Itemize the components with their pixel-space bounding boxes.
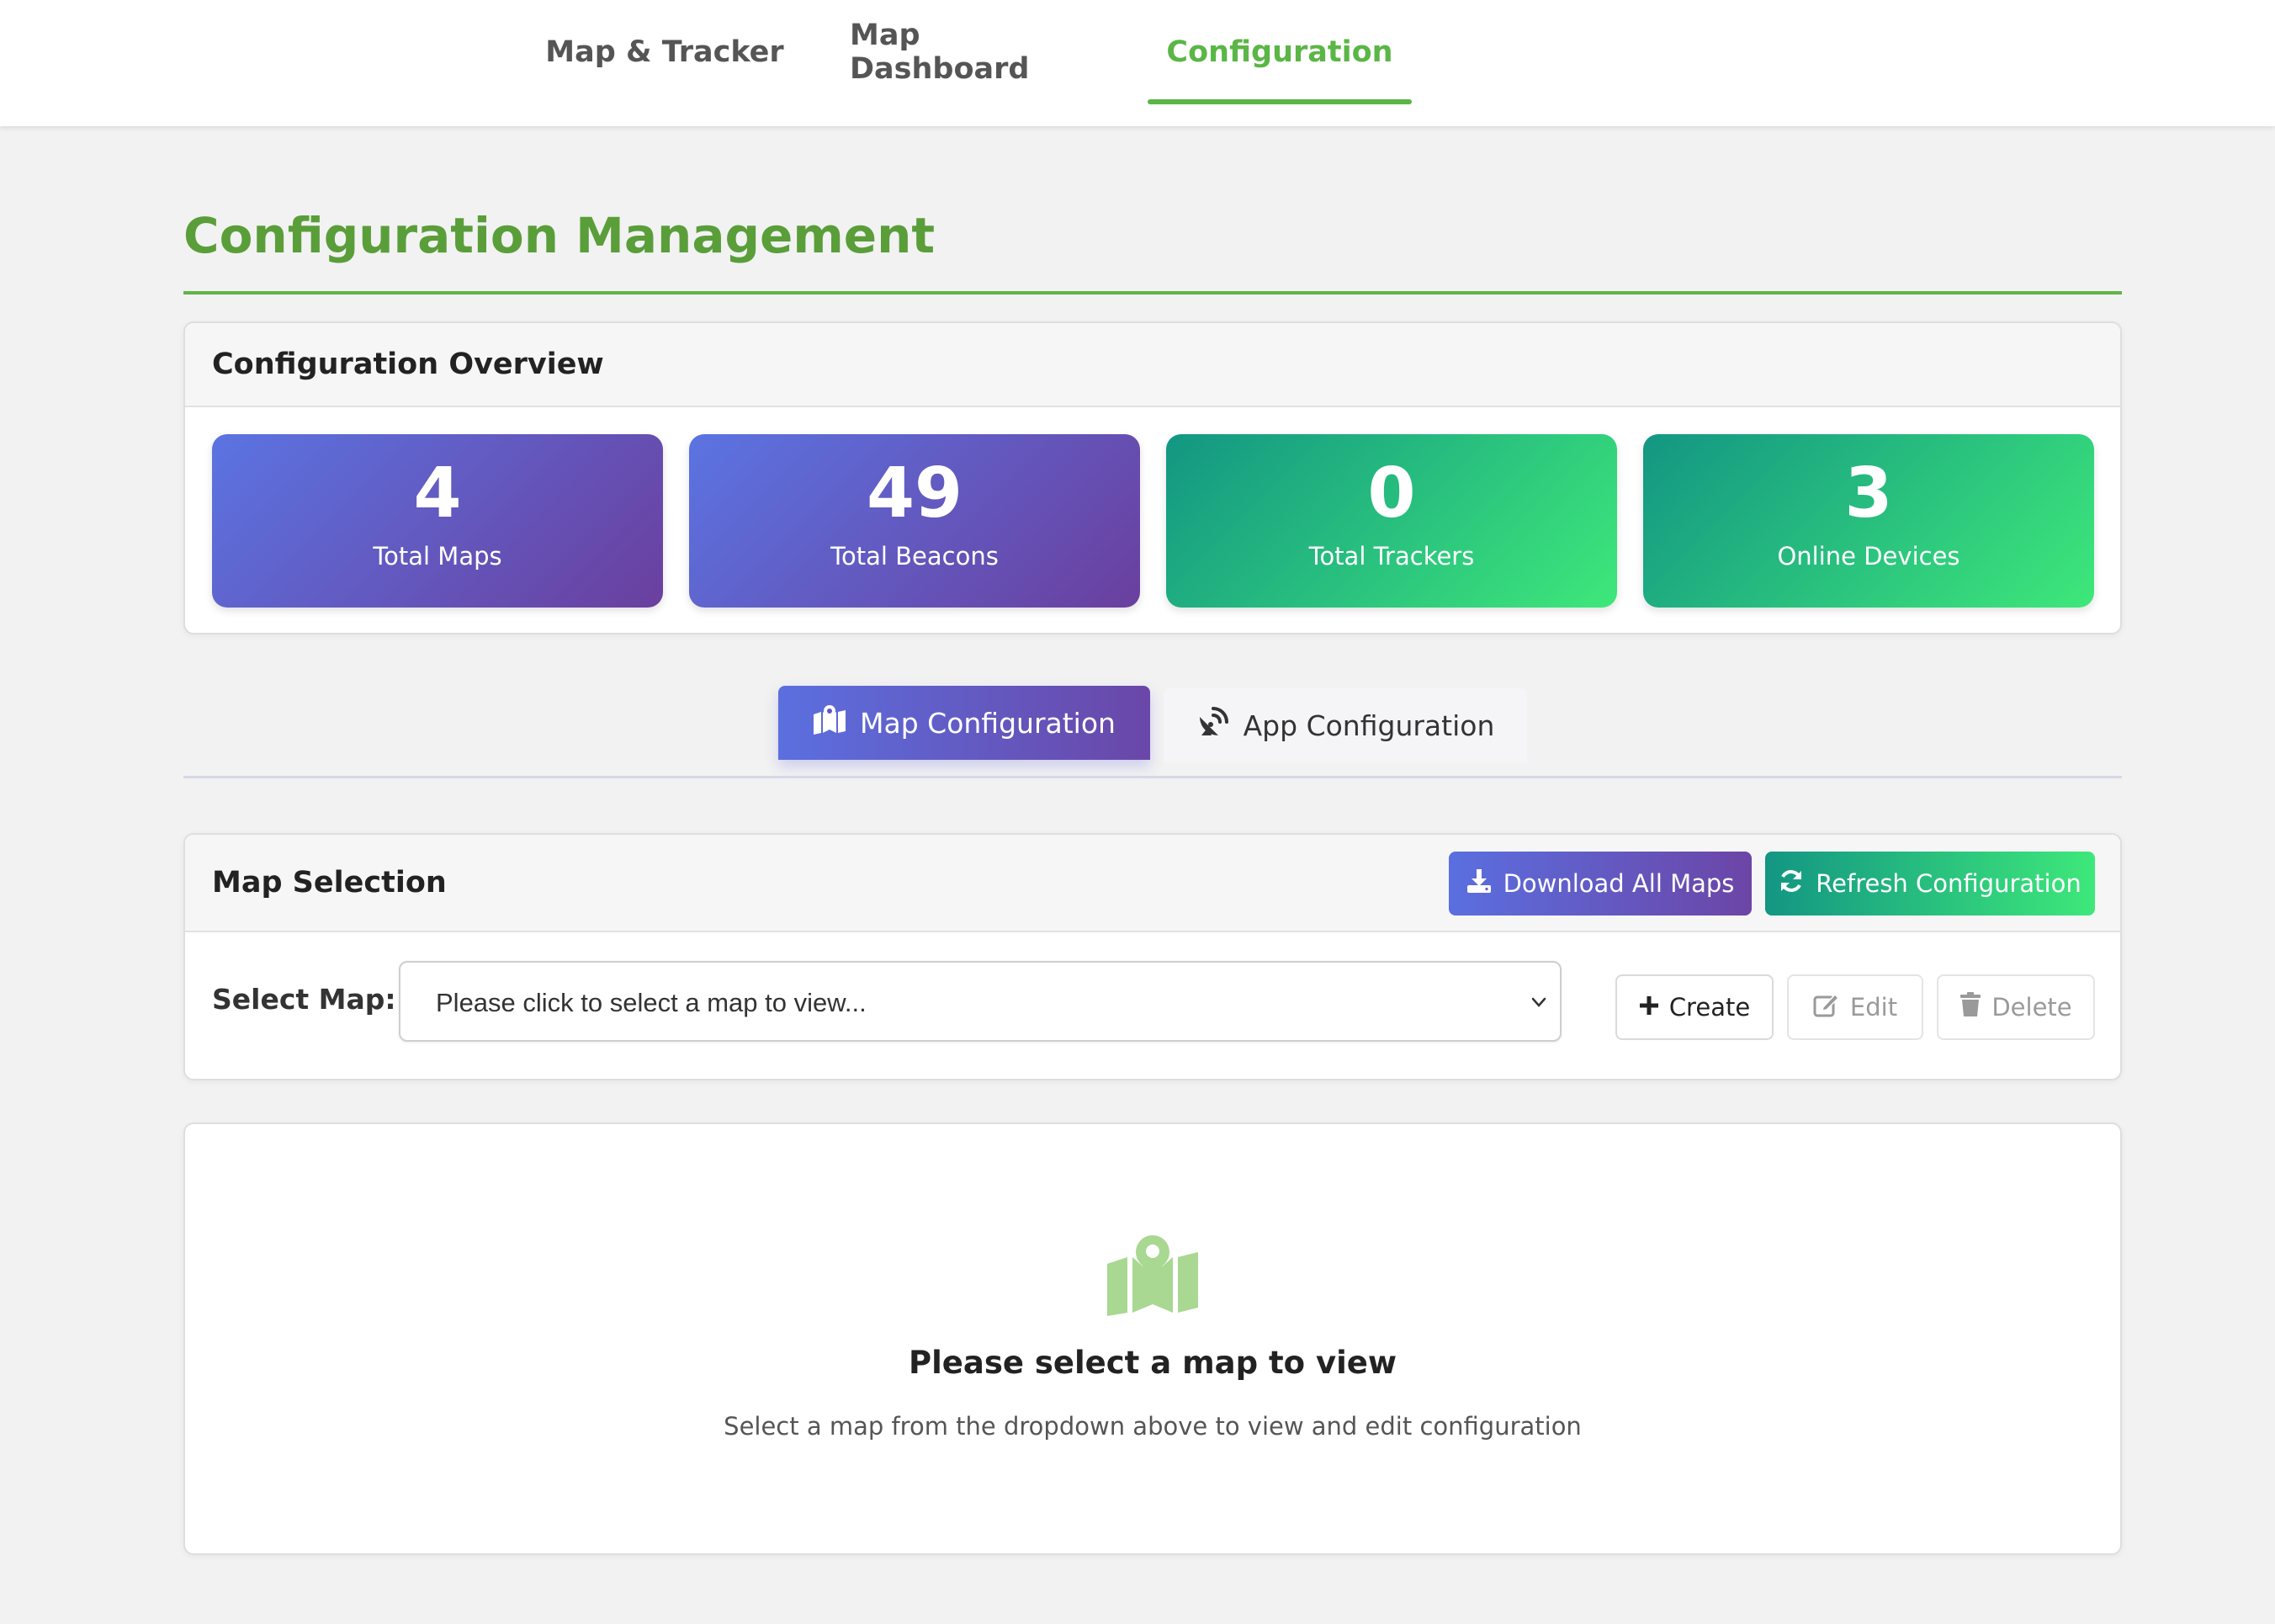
stat-value: 4 — [413, 454, 462, 533]
nav-tab-map-tracker[interactable]: Map & Tracker — [538, 0, 791, 104]
plus-icon — [1639, 993, 1659, 1022]
edit-label: Edit — [1849, 993, 1898, 1022]
nav-tab-configuration[interactable]: Configuration — [1148, 0, 1412, 104]
empty-state-description: Select a map from the dropdown above to … — [724, 1412, 1582, 1441]
empty-state-title: Please select a map to view — [908, 1345, 1397, 1381]
subtabs-divider — [183, 776, 2122, 778]
map-marked-icon — [1106, 1232, 1200, 1319]
stat-card-online-devices: 3 Online Devices — [1643, 434, 2094, 608]
stat-card-total-beacons: 49 Total Beacons — [689, 434, 1140, 608]
page-title: Configuration Management — [183, 207, 936, 264]
download-icon — [1466, 868, 1492, 900]
stat-label: Total Maps — [373, 542, 502, 571]
map-select-value: Please click to select a map to view... — [436, 988, 867, 1017]
configuration-overview-card: Configuration Overview 4 Total Maps 49 T… — [183, 321, 2122, 634]
tab-app-configuration[interactable]: App Configuration — [1164, 688, 1527, 762]
create-map-button[interactable]: Create — [1615, 974, 1774, 1040]
refresh-configuration-label: Refresh Configuration — [1816, 869, 2081, 898]
top-navigation: Map & Tracker Map Dashboard Configuratio… — [0, 0, 2275, 126]
edit-icon — [1813, 992, 1840, 1023]
title-divider — [183, 291, 2122, 295]
map-selection-title: Map Selection — [212, 866, 447, 900]
nav-tab-map-dashboard[interactable]: Map Dashboard — [850, 0, 1102, 104]
map-select-dropdown[interactable]: Please click to select a map to view... — [399, 961, 1562, 1042]
chevron-down-icon — [1530, 993, 1548, 1015]
refresh-configuration-button[interactable]: Refresh Configuration — [1765, 852, 2095, 915]
download-all-maps-label: Download All Maps — [1503, 869, 1735, 898]
delete-map-button[interactable]: Delete — [1937, 974, 2095, 1040]
stat-value: 3 — [1844, 454, 1893, 533]
download-all-maps-button[interactable]: Download All Maps — [1449, 852, 1752, 915]
create-label: Create — [1668, 993, 1751, 1022]
refresh-icon — [1779, 868, 1804, 900]
delete-label: Delete — [1991, 993, 2072, 1022]
map-view-empty-state: Please select a map to view Select a map… — [183, 1122, 2122, 1555]
trash-icon — [1959, 991, 1981, 1023]
stat-card-total-maps: 4 Total Maps — [212, 434, 663, 608]
stat-value: 0 — [1367, 454, 1416, 533]
stat-label: Online Devices — [1777, 542, 1960, 571]
tab-map-configuration[interactable]: Map Configuration — [778, 686, 1150, 760]
edit-map-button[interactable]: Edit — [1787, 974, 1923, 1040]
overview-header: Configuration Overview — [185, 323, 2120, 407]
tab-label: App Configuration — [1243, 709, 1495, 742]
map-selection-card: Map Selection Download All Maps Refresh … — [183, 833, 2122, 1080]
stat-card-total-trackers: 0 Total Trackers — [1166, 434, 1617, 608]
stat-value: 49 — [866, 454, 963, 533]
select-map-label: Select Map: — [212, 983, 396, 1016]
satellite-dish-icon — [1196, 705, 1230, 746]
stat-label: Total Trackers — [1308, 542, 1475, 571]
stat-label: Total Beacons — [830, 542, 999, 571]
tab-label: Map Configuration — [860, 706, 1116, 740]
map-marked-icon — [813, 704, 846, 741]
